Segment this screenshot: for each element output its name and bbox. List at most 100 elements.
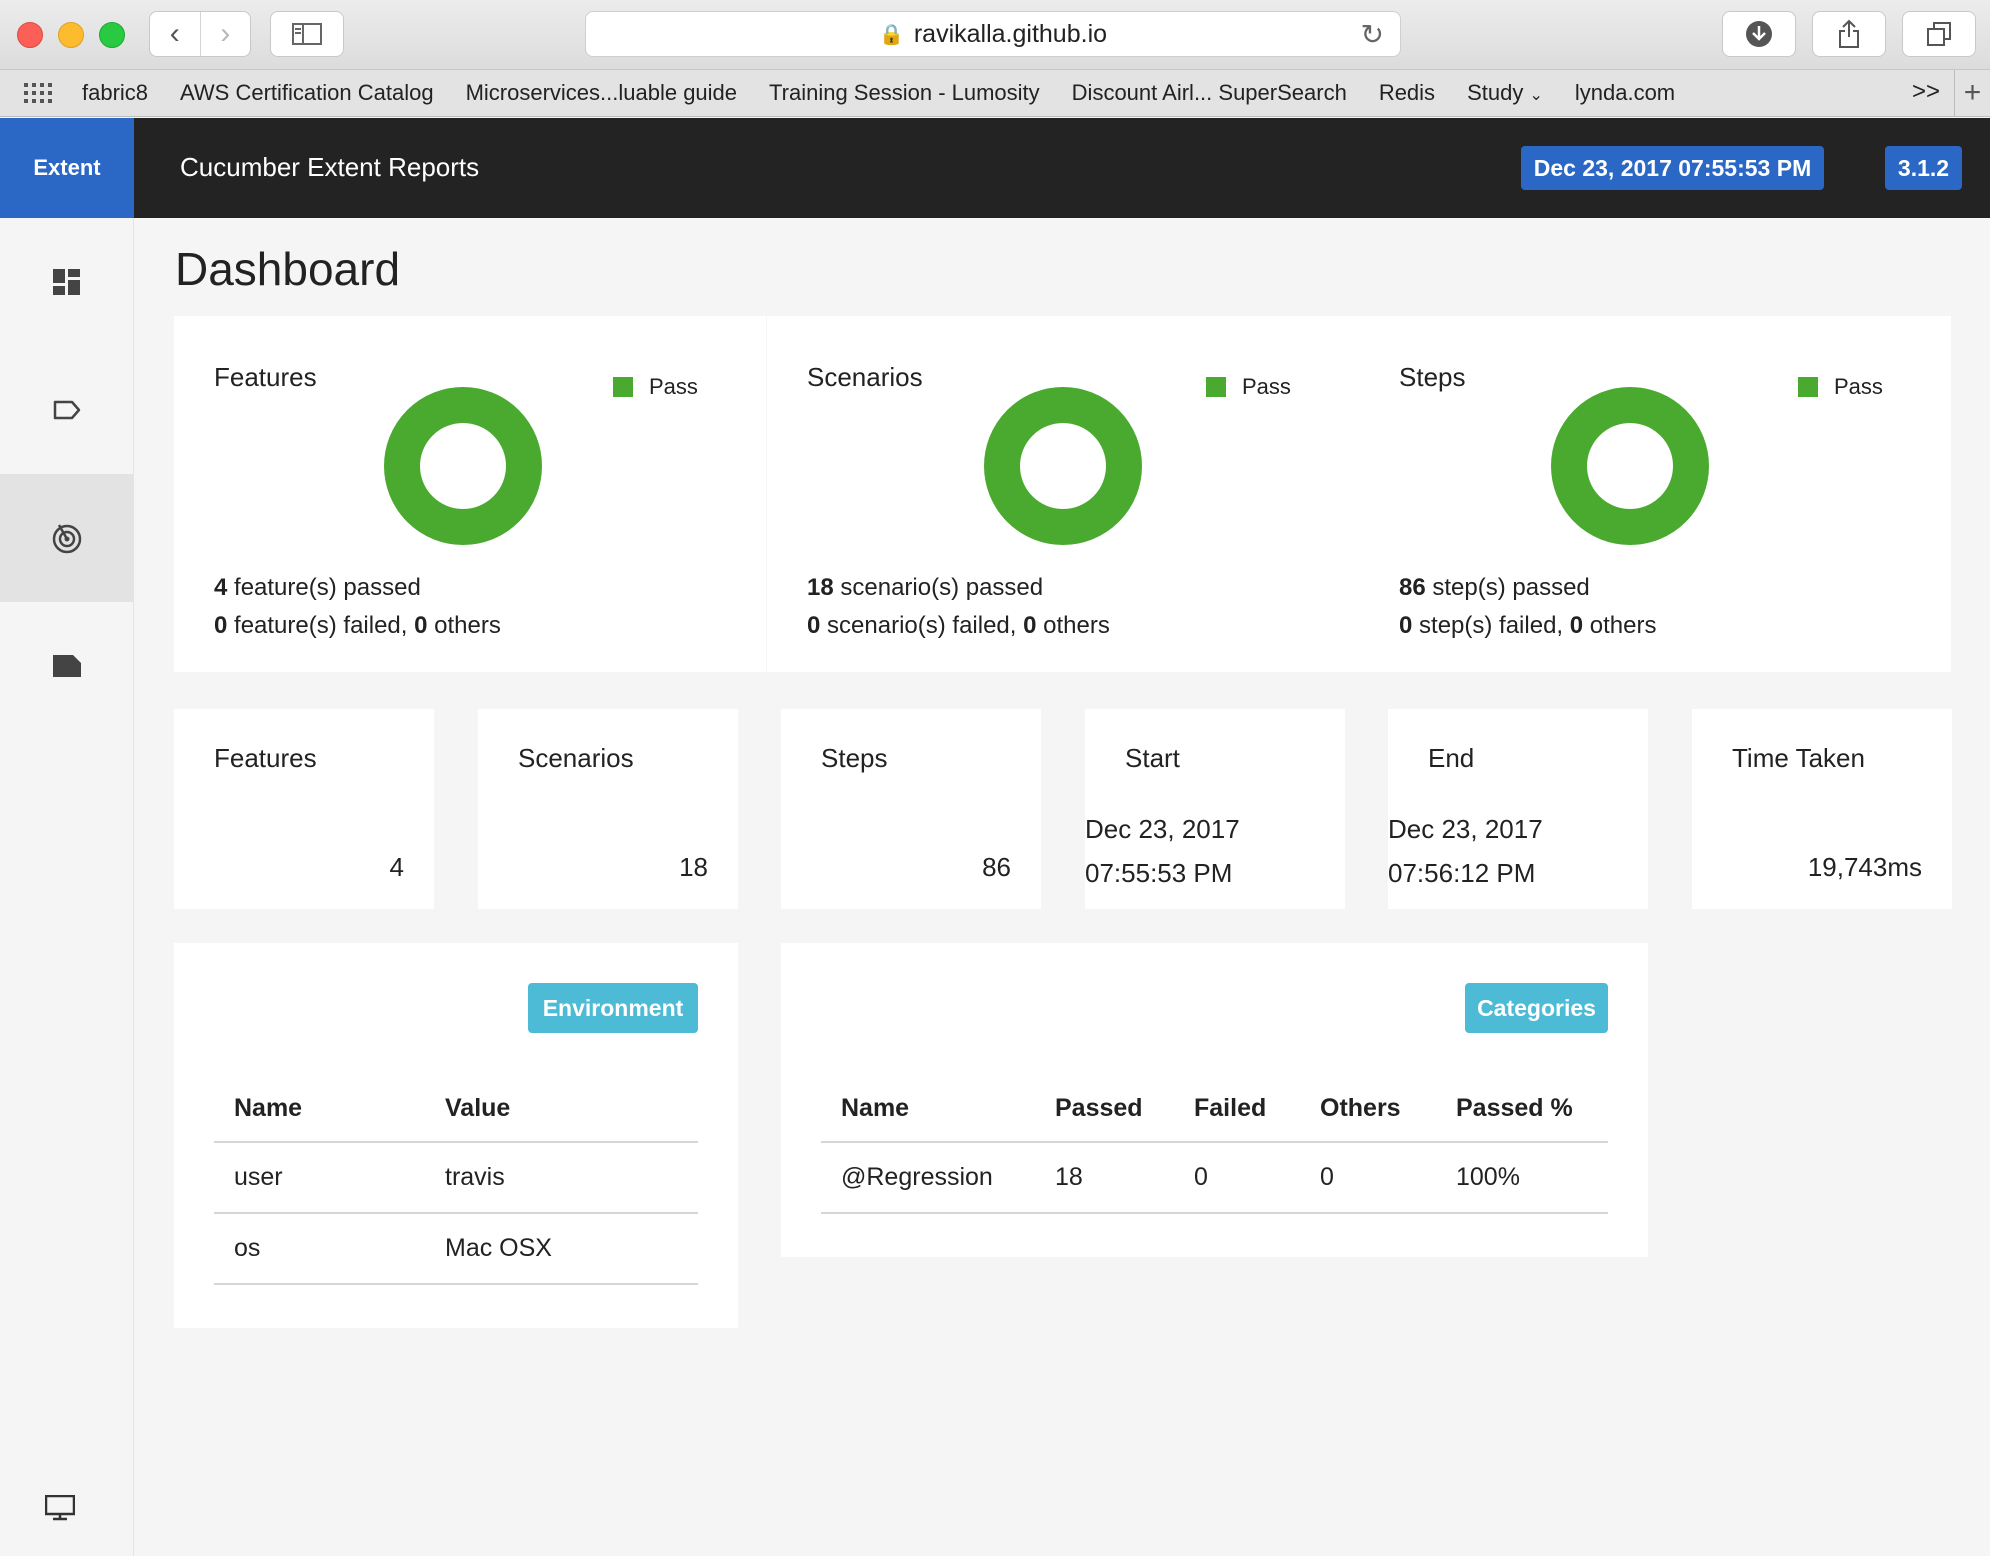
sidebar-toggle-button[interactable] <box>270 11 344 57</box>
column-header: Value <box>425 1076 698 1143</box>
chart-legend[interactable]: Pass <box>1798 374 1883 400</box>
chevron-down-icon: ⌄ <box>1529 87 1543 104</box>
column-header: Passed % <box>1436 1076 1608 1143</box>
bookmark-folder-label: Study <box>1467 80 1524 105</box>
passed-summary: 86 step(s) passed <box>1399 574 1590 601</box>
bookmark-item[interactable]: Training Session - Lumosity <box>769 80 1040 106</box>
categories-card: Categories Name Passed Failed Others Pas… <box>781 943 1648 1257</box>
minimize-window-button[interactable] <box>58 22 84 48</box>
table-row: user travis <box>214 1142 698 1214</box>
environment-label: Environment <box>528 983 698 1033</box>
steps-stat-card: Steps 86 <box>781 709 1041 909</box>
steps-chart-card: Steps Pass 86 step(s) passed 0 step(s) f… <box>1359 316 1951 672</box>
tabs-overview-button[interactable] <box>1902 11 1976 57</box>
features-donut-chart[interactable] <box>383 386 543 546</box>
address-url: ravikalla.github.io <box>913 19 1108 48</box>
environment-card: Environment Name Value user travis os Ma… <box>174 943 738 1328</box>
forward-icon[interactable]: › <box>199 12 251 56</box>
tabs-icon <box>1927 22 1951 46</box>
bookmark-item[interactable]: Discount Airl... SuperSearch <box>1072 80 1347 106</box>
share-icon <box>1839 19 1859 48</box>
stat-title: Features <box>214 743 317 773</box>
monitor-icon <box>45 1495 75 1521</box>
chart-legend[interactable]: Pass <box>613 374 698 400</box>
column-header: Name <box>214 1076 425 1143</box>
lock-icon: 🔒 <box>878 23 904 46</box>
brand-logo[interactable]: Extent <box>0 118 134 218</box>
bookmark-item[interactable]: lynda.com <box>1575 80 1675 106</box>
table-cell: os <box>214 1213 425 1285</box>
legend-label: Pass <box>649 374 698 399</box>
table-cell: Mac OSX <box>425 1213 698 1285</box>
reload-icon[interactable]: ↻ <box>1361 18 1384 51</box>
dashboard-icon <box>52 269 80 295</box>
stat-value: 19,743ms <box>1807 852 1922 882</box>
nav-exceptions[interactable] <box>0 602 133 730</box>
share-button[interactable] <box>1812 11 1886 57</box>
time-taken-stat-card: Time Taken 19,743ms <box>1692 709 1952 909</box>
start-datetime: Dec 23, 2017 07:55:53 PM <box>1085 814 1240 888</box>
column-header: Others <box>1300 1076 1436 1143</box>
legend-swatch <box>1798 377 1818 397</box>
new-tab-icon[interactable]: + <box>1954 70 1990 116</box>
nav-dashboard-radar[interactable] <box>0 474 133 602</box>
end-stat-card: End Dec 23, 2017 07:56:12 PM <box>1388 709 1648 909</box>
environment-table: Name Value user travis os Mac OSX <box>214 1076 698 1285</box>
bookmark-item[interactable]: Redis <box>1379 80 1435 106</box>
failed-summary: 0 scenario(s) failed, 0 others <box>807 612 1110 639</box>
chart-title: Scenarios <box>807 362 923 392</box>
apps-grid-icon[interactable] <box>24 83 52 103</box>
zoom-window-button[interactable] <box>99 22 125 48</box>
sidebar-icon <box>292 23 322 45</box>
address-bar[interactable]: 🔒 ravikalla.github.io ↻ <box>585 11 1401 57</box>
chart-title: Features <box>214 362 317 392</box>
features-stat-card: Features 4 <box>174 709 434 909</box>
failed-summary: 0 feature(s) failed, 0 others <box>214 612 501 639</box>
table-cell: travis <box>425 1142 698 1214</box>
chart-legend[interactable]: Pass <box>1206 374 1291 400</box>
legend-label: Pass <box>1242 374 1291 399</box>
side-nav <box>0 218 134 1556</box>
category-name-cell[interactable]: @Regression <box>821 1142 1035 1214</box>
bookmarks-bar: fabric8 AWS Certification Catalog Micros… <box>0 70 1990 117</box>
nav-dashboard[interactable] <box>0 218 133 346</box>
pass-slice <box>1551 387 1709 545</box>
steps-donut-chart[interactable] <box>1550 386 1710 546</box>
end-datetime: Dec 23, 2017 07:56:12 PM <box>1388 814 1543 888</box>
scenarios-chart-card: Scenarios Pass 18 scenario(s) passed 0 s… <box>767 316 1359 672</box>
bookmark-item[interactable]: fabric8 <box>82 80 148 106</box>
table-cell: 0 <box>1300 1142 1436 1214</box>
version-badge: 3.1.2 <box>1885 146 1962 190</box>
chart-title: Steps <box>1399 362 1466 392</box>
scenarios-donut-chart[interactable] <box>983 386 1143 546</box>
download-icon <box>1746 21 1772 47</box>
nav-system[interactable] <box>0 1468 120 1548</box>
report-title: Cucumber Extent Reports <box>180 152 480 182</box>
column-header: Failed <box>1174 1076 1300 1143</box>
history-nav: ‹ › <box>149 11 251 57</box>
back-icon[interactable]: ‹ <box>150 12 200 56</box>
stat-value: 18 <box>679 852 708 882</box>
bookmark-folder-study[interactable]: Study ⌄ <box>1467 80 1543 106</box>
features-chart-card: Features Pass 4 feature(s) passed 0 feat… <box>174 316 766 672</box>
column-header: Passed <box>1035 1076 1174 1143</box>
table-row[interactable]: @Regression 18 0 0 100% <box>821 1142 1608 1214</box>
table-cell: user <box>214 1142 425 1214</box>
stat-value: 86 <box>982 852 1011 882</box>
bookmark-item[interactable]: AWS Certification Catalog <box>180 80 434 106</box>
table-cell: 18 <box>1035 1142 1174 1214</box>
tag-icon <box>53 400 80 420</box>
downloads-button[interactable] <box>1722 11 1796 57</box>
bookmark-item[interactable]: Microservices...luable guide <box>466 80 737 106</box>
bookmarks-overflow-button[interactable]: >> <box>1912 78 1940 106</box>
folder-icon <box>52 655 81 677</box>
page-title: Dashboard <box>175 243 401 295</box>
nav-tags[interactable] <box>0 346 133 474</box>
close-window-button[interactable] <box>17 22 43 48</box>
stat-title: Steps <box>821 743 888 773</box>
failed-summary: 0 step(s) failed, 0 others <box>1399 612 1657 639</box>
start-stat-card: Start Dec 23, 2017 07:55:53 PM <box>1085 709 1345 909</box>
browser-titlebar: ‹ › 🔒 ravikalla.github.io ↻ <box>0 0 1990 70</box>
stat-title: Scenarios <box>518 743 634 773</box>
stat-value: 4 <box>389 852 404 882</box>
